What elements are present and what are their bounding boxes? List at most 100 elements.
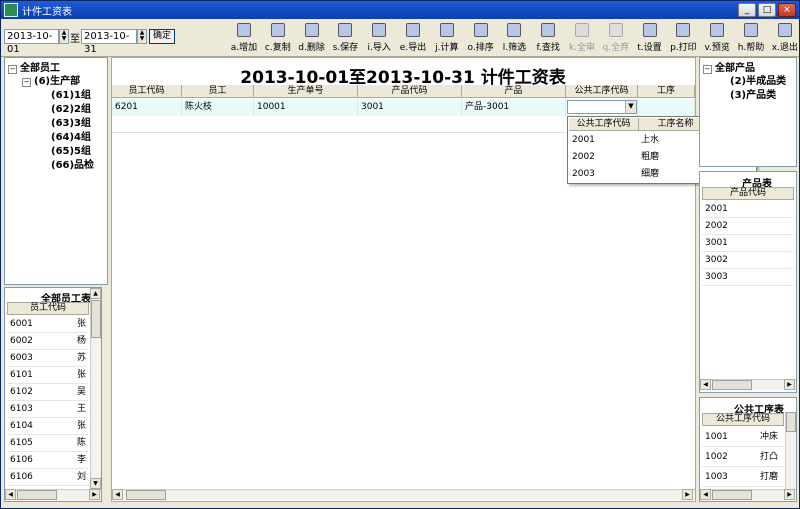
scroll-thumb[interactable] xyxy=(91,300,101,338)
col-header-product-code[interactable]: 产品代码 xyxy=(358,85,462,98)
collapse-icon[interactable]: − xyxy=(8,65,17,74)
title-bar[interactable]: 计件工资表 _ □ × xyxy=(1,1,799,19)
tree-node-group-65[interactable]: (65)5组 xyxy=(51,142,91,157)
employee-name: 王 xyxy=(77,404,87,414)
confirm-button[interactable]: 确定 xyxy=(149,29,175,44)
table-row[interactable]: 6106 李 xyxy=(7,452,89,469)
table-row[interactable]: 6103 王 xyxy=(7,401,89,418)
dropdown-arrow-icon[interactable]: ▼ xyxy=(625,101,636,113)
table-row[interactable]: 3003 xyxy=(702,269,794,286)
collapse-icon[interactable]: − xyxy=(703,65,712,74)
col-header-order-no[interactable]: 生产单号 xyxy=(254,85,358,98)
import-button[interactable]: i.导入 xyxy=(362,21,396,55)
scroll-thumb[interactable] xyxy=(712,490,752,500)
preview-button[interactable]: v.预览 xyxy=(700,21,734,55)
date-to-spinner[interactable]: ▲ ▼ xyxy=(137,29,147,44)
table-row[interactable]: 6002 杨 xyxy=(7,333,89,350)
tree-node-semi-finished[interactable]: (2)半成品类 xyxy=(730,72,786,87)
scroll-right-icon[interactable]: ▶ xyxy=(784,379,795,390)
find-button[interactable]: f.查找 xyxy=(531,21,565,55)
help-button[interactable]: h.帮助 xyxy=(734,21,768,55)
collapse-icon[interactable]: − xyxy=(22,78,31,87)
delete-button[interactable]: d.删除 xyxy=(295,21,329,55)
table-row[interactable]: 3001 xyxy=(702,235,794,252)
sort-button[interactable]: o.排序 xyxy=(464,21,498,55)
tree-node-group-62[interactable]: (62)2组 xyxy=(51,100,91,115)
cell-process[interactable] xyxy=(638,99,695,116)
cell-product[interactable]: 产品-3001 xyxy=(462,99,566,116)
table-row[interactable]: 6106 刘 xyxy=(7,469,89,486)
table-row[interactable]: 6101 张 xyxy=(7,367,89,384)
col-header-process[interactable]: 工序 xyxy=(638,85,695,98)
product-code-header[interactable]: 产品代码 xyxy=(702,187,794,200)
table-row[interactable]: 6102 吴 xyxy=(7,384,89,401)
exit-button[interactable]: x.退出 xyxy=(768,21,800,55)
tree-node-group-64[interactable]: (64)4组 xyxy=(51,128,91,143)
cell-order-no[interactable]: 10001 xyxy=(254,99,358,116)
discard-all-button[interactable]: q.全弃 xyxy=(599,21,633,55)
scroll-left-icon[interactable]: ◀ xyxy=(112,489,123,500)
process-code: 1002 xyxy=(705,452,728,462)
tree-node-group-66[interactable]: (66)品检 xyxy=(51,156,94,171)
scroll-right-icon[interactable]: ▶ xyxy=(682,489,693,500)
col-header-process-code[interactable]: 公共工序代码 xyxy=(566,85,638,98)
col-header-employee[interactable]: 员工 xyxy=(182,85,254,98)
scroll-thumb[interactable] xyxy=(126,490,166,500)
date-from-spinner[interactable]: ▲ ▼ xyxy=(59,29,69,44)
employee-vertical-scrollbar[interactable]: ▲ ▼ xyxy=(90,288,101,489)
export-button[interactable]: e.导出 xyxy=(396,21,430,55)
table-row[interactable]: 6003 苏 xyxy=(7,350,89,367)
table-row[interactable]: 1001 冲床 xyxy=(702,427,784,447)
cell-employee[interactable]: 陈火枝 xyxy=(182,99,254,116)
save-button[interactable]: s.保存 xyxy=(328,21,362,55)
table-row[interactable]: 6001 张 xyxy=(7,316,89,333)
process-horizontal-scrollbar[interactable]: ◀ ▶ xyxy=(700,489,796,500)
tree-node-group-61[interactable]: (61)1组 xyxy=(51,86,91,101)
date-from-input[interactable]: 2013-10-01 xyxy=(4,29,59,55)
cell-employee-code[interactable]: 6201 xyxy=(112,99,182,116)
copy-button[interactable]: c.复制 xyxy=(261,21,295,55)
table-row[interactable]: 6104 张 xyxy=(7,418,89,435)
date-to-input[interactable]: 2013-10-31 xyxy=(81,29,137,55)
process-code-header[interactable]: 公共工序代码 xyxy=(702,413,784,426)
approve-all-button[interactable]: k.全审 xyxy=(565,21,599,55)
process-vertical-scrollbar[interactable] xyxy=(785,412,796,490)
maximize-button[interactable]: □ xyxy=(758,3,776,17)
table-row[interactable]: 2002 xyxy=(702,218,794,235)
scroll-right-icon[interactable]: ▶ xyxy=(784,489,795,500)
col-header-product[interactable]: 产品 xyxy=(462,85,566,98)
print-button[interactable]: p.打印 xyxy=(666,21,700,55)
tree-node-products[interactable]: (3)产品类 xyxy=(730,86,776,101)
scroll-thumb[interactable] xyxy=(786,412,796,432)
scroll-left-icon[interactable]: ◀ xyxy=(700,379,711,390)
table-row[interactable]: 2001 xyxy=(702,201,794,218)
table-row[interactable]: 3002 xyxy=(702,252,794,269)
scroll-left-icon[interactable]: ◀ xyxy=(700,489,711,500)
col-header-employee-code[interactable]: 员工代码 xyxy=(112,85,182,98)
calculate-button[interactable]: j.计算 xyxy=(430,21,464,55)
tree-node-dept[interactable]: − (6)生产部 xyxy=(22,72,80,87)
cell-product-code[interactable]: 3001 xyxy=(358,99,462,116)
process-code-combo[interactable]: ▼ xyxy=(567,100,637,114)
product-horizontal-scrollbar[interactable]: ◀ ▶ xyxy=(700,379,796,390)
employee-horizontal-scrollbar[interactable]: ◀ ▶ xyxy=(5,489,101,500)
toolbar-button-label: j.计算 xyxy=(435,43,459,53)
table-row[interactable]: 6105 陈 xyxy=(7,435,89,452)
scroll-thumb[interactable] xyxy=(712,380,752,390)
add-button[interactable]: a.增加 xyxy=(227,21,261,55)
scroll-right-icon[interactable]: ▶ xyxy=(89,489,100,500)
scroll-left-icon[interactable]: ◀ xyxy=(5,489,16,500)
main-horizontal-scrollbar[interactable]: ◀ ▶ xyxy=(112,489,695,500)
close-button[interactable]: × xyxy=(778,3,796,17)
filter-button[interactable]: l.筛选 xyxy=(497,21,531,55)
scroll-down-icon[interactable]: ▼ xyxy=(90,478,101,489)
table-row[interactable]: 1003 打磨 xyxy=(702,467,784,487)
settings-button[interactable]: t.设置 xyxy=(633,21,667,55)
table-row[interactable]: 1002 打凸 xyxy=(702,447,784,467)
process-code: 1001 xyxy=(705,432,728,442)
scroll-up-icon[interactable]: ▲ xyxy=(90,288,101,299)
minimize-button[interactable]: _ xyxy=(738,3,756,17)
tree-node-group-63[interactable]: (63)3组 xyxy=(51,114,91,129)
scroll-thumb[interactable] xyxy=(17,490,57,500)
employee-code-header[interactable]: 员工代码 xyxy=(7,302,89,315)
